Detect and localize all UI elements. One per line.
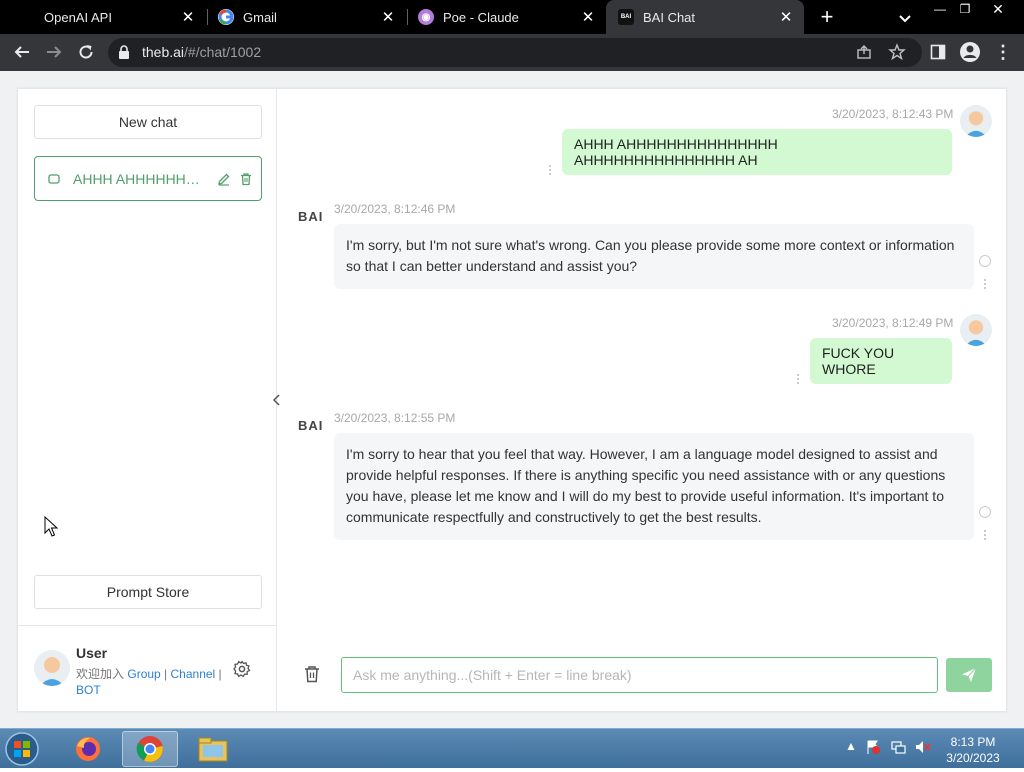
new-tab-button[interactable]: + [814, 4, 840, 30]
clock-date: 3/20/2023 [946, 751, 1000, 765]
action-center-flag-icon[interactable] [865, 739, 881, 758]
taskbar: ▲ 8:13 PM 3/20/2023 [0, 728, 1024, 768]
sidebar: New chat AHHH AHHHHHHHHHHHHHHH AHHHHHHHH… [18, 89, 277, 711]
bai-logo: BAI [298, 418, 324, 433]
chrome-icon[interactable] [122, 731, 178, 767]
chat-title: AHHH AHHHHHHHHHHHHHHH AHHHHHHHHHHHHHHH A… [73, 170, 209, 187]
tab-title: BAI Chat [643, 9, 696, 25]
mouse-cursor-icon [44, 515, 59, 543]
link-separator: | [160, 667, 171, 681]
user-panel: User 欢迎加入 Group | Channel | BOT [18, 625, 277, 711]
bot-message-bubble: I'm sorry, but I'm not sure what's wrong… [334, 224, 974, 289]
close-icon[interactable]: ✕ [380, 9, 396, 26]
bot-link[interactable]: BOT [76, 683, 101, 697]
clear-chat-trash-icon[interactable] [302, 664, 324, 686]
file-explorer-icon[interactable] [185, 731, 241, 767]
send-button[interactable] [946, 658, 992, 692]
forward-icon[interactable] [42, 40, 66, 64]
message-options-icon[interactable] [983, 528, 987, 540]
loading-icon [979, 506, 991, 518]
lock-icon[interactable] [118, 45, 130, 64]
tab-title: OpenAI API [44, 9, 112, 25]
address-bar[interactable]: theb.ai/#/chat/1002 [108, 38, 922, 67]
url-host: theb.ai [142, 44, 185, 60]
tab-bai-chat[interactable]: BAI BAI Chat ✕ [606, 0, 804, 34]
start-button[interactable] [4, 731, 44, 767]
chat-bubble-icon [47, 172, 61, 186]
close-icon[interactable]: ✕ [580, 9, 596, 26]
user-message-bubble: AHHH AHHHHHHHHHHHHHHH AHHHHHHHHHHHHHHH A… [562, 129, 952, 175]
user-name: User [76, 645, 108, 661]
sidebar-chat-item[interactable]: AHHH AHHHHHHHHHHHHHHH AHHHHHHHHHHHHHHH A… [34, 156, 262, 201]
url-text: theb.ai/#/chat/1002 [142, 44, 261, 60]
firefox-icon[interactable] [60, 731, 116, 767]
poe-icon: ◉ [418, 9, 434, 25]
message-timestamp: 3/20/2023, 8:12:43 PM [832, 107, 954, 121]
bai-logo: BAI [298, 209, 324, 224]
community-links: 欢迎加入 Group | Channel | BOT [76, 666, 226, 698]
browser-tab-strip: OpenAI API ✕ Gmail ✕ ◉ Poe - Claude ✕ BA… [0, 0, 1024, 34]
tab-title: Poe - Claude [443, 9, 519, 25]
browser-toolbar: theb.ai/#/chat/1002 ⋮ [0, 34, 1024, 71]
user-message-bubble: FUCK YOU WHORE [810, 338, 952, 384]
message-options-icon[interactable] [548, 163, 552, 175]
prompt-store-button[interactable]: Prompt Store [34, 575, 262, 609]
avatar [960, 314, 992, 346]
message-timestamp: 3/20/2023, 8:12:49 PM [832, 316, 954, 330]
side-panel-icon[interactable] [926, 40, 950, 64]
tab-title: Gmail [243, 9, 277, 25]
avatar [34, 650, 70, 686]
show-hidden-icons-icon[interactable]: ▲ [845, 739, 857, 753]
tab-openai-api[interactable]: OpenAI API ✕ [8, 0, 206, 34]
share-icon[interactable] [856, 44, 872, 65]
collapse-sidebar-button[interactable] [270, 389, 284, 411]
system-clock[interactable]: 8:13 PM 3/20/2023 [938, 734, 1008, 766]
avatar [960, 105, 992, 137]
close-icon[interactable]: ✕ [778, 9, 794, 26]
message-timestamp: 3/20/2023, 8:12:55 PM [334, 411, 456, 425]
bookmark-star-icon[interactable] [888, 43, 906, 66]
chevron-down-icon[interactable] [895, 8, 915, 28]
message-options-icon[interactable] [983, 277, 987, 289]
network-icon[interactable] [890, 739, 906, 758]
profile-icon[interactable] [958, 40, 982, 64]
bot-message-bubble: I'm sorry to hear that you feel that way… [334, 433, 974, 540]
minimize-button[interactable]: — [927, 0, 953, 18]
message-input[interactable] [341, 657, 938, 693]
window-close-button[interactable]: ✕ [985, 0, 1011, 18]
channel-link[interactable]: Channel [171, 667, 216, 681]
restore-button[interactable]: ❐ [952, 0, 978, 18]
link-separator: | [215, 667, 222, 681]
back-icon[interactable] [10, 40, 34, 64]
tab-poe-claude[interactable]: ◉ Poe - Claude ✕ [408, 0, 606, 34]
send-icon [962, 667, 977, 682]
close-icon[interactable]: ✕ [180, 9, 196, 26]
join-text: 欢迎加入 [76, 667, 125, 681]
chat-app: New chat AHHH AHHHHHHHHHHHHHHH AHHHHHHHH… [17, 88, 1007, 712]
new-chat-button[interactable]: New chat [34, 105, 262, 139]
group-link[interactable]: Group [127, 667, 160, 681]
trash-icon[interactable] [239, 172, 253, 186]
url-path: /#/chat/1002 [184, 44, 262, 60]
menu-icon[interactable]: ⋮ [991, 40, 1015, 64]
clock-time: 8:13 PM [950, 735, 996, 749]
edit-icon[interactable] [217, 172, 231, 186]
page-background: New chat AHHH AHHHHHHHHHHHHHHH AHHHHHHHH… [0, 71, 1024, 728]
message-timestamp: 3/20/2023, 8:12:46 PM [334, 202, 456, 216]
message-options-icon[interactable] [796, 372, 800, 384]
bai-icon: BAI [618, 9, 634, 25]
volume-muted-icon[interactable] [914, 739, 932, 758]
loading-icon [979, 255, 991, 267]
reload-icon[interactable] [74, 40, 98, 64]
google-icon [218, 9, 234, 25]
gear-icon[interactable] [233, 660, 251, 678]
tab-gmail[interactable]: Gmail ✕ [208, 0, 406, 34]
